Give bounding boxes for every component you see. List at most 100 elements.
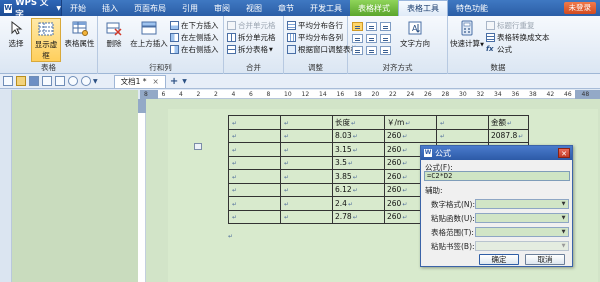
insert-below-button[interactable]: 在下方插入 [170, 20, 219, 31]
new-doc-icon[interactable] [3, 76, 13, 86]
align-bottom-center-button[interactable] [366, 46, 377, 55]
table-range-select[interactable]: ▼ [475, 227, 569, 237]
table-cell[interactable]: ↵ [280, 196, 333, 211]
table-cell[interactable]: ↵ [280, 155, 333, 170]
tab-insert[interactable]: 插入 [94, 0, 126, 16]
tab-review[interactable]: 审阅 [206, 0, 238, 16]
align-middle-right-button[interactable] [380, 34, 391, 43]
table-cell[interactable]: 6.12↵ [332, 182, 385, 197]
formula-button[interactable]: fx 公式 [486, 44, 512, 55]
delete-button[interactable]: 删除 [100, 18, 128, 62]
align-bottom-left-button[interactable] [352, 46, 363, 55]
login-button[interactable]: 未登录 [563, 2, 596, 14]
app-menu-button[interactable]: W WPS 文字 ▼ [0, 0, 62, 20]
table-cell[interactable]: ↵ [228, 128, 281, 143]
vertical-ruler[interactable] [138, 99, 146, 282]
table-cell[interactable]: 2.78↵ [332, 209, 385, 224]
insert-above-button[interactable]: 在上方插入 [130, 18, 168, 62]
merge-cells-button[interactable]: 合并单元格 [227, 20, 276, 31]
dialog-title-bar[interactable]: W 公式 [421, 146, 572, 160]
table-cell[interactable]: 260↵ [384, 128, 437, 143]
table-cell[interactable]: 3.85↵ [332, 169, 385, 184]
number-format-select[interactable]: ▼ [475, 199, 569, 209]
tab-page-layout[interactable]: 页面布局 [126, 0, 174, 16]
tab-table-style[interactable]: 表格样式 [350, 0, 398, 16]
ruler-number: 26 [424, 91, 432, 98]
split-table-button[interactable]: 拆分表格 ▼ [227, 44, 273, 55]
tab-sections[interactable]: 章节 [270, 0, 302, 16]
cell-end-mark: ↵ [402, 160, 408, 168]
convert-to-text-button[interactable]: 表格转换成文本 [486, 32, 550, 43]
table-cell[interactable]: 3.5↵ [332, 155, 385, 170]
tab-references[interactable]: 引用 [174, 0, 206, 16]
table-cell[interactable]: ↵ [436, 128, 489, 143]
align-top-left-button[interactable] [352, 22, 363, 31]
table-cell[interactable]: ↵ [228, 169, 281, 184]
tab-special-features[interactable]: 特色功能 [448, 0, 496, 16]
tab-developer[interactable]: 开发工具 [302, 0, 350, 16]
qa-chevron-icon[interactable]: ▼ [93, 78, 98, 85]
table-cell[interactable]: ↵ [280, 142, 333, 157]
insert-right-button[interactable]: 在右侧插入 [170, 44, 219, 55]
table-cell[interactable]: ↵ [436, 115, 489, 130]
new-tab-button[interactable]: + [170, 76, 178, 87]
insert-left-button[interactable]: 在左侧插入 [170, 32, 219, 43]
split-cells-button[interactable]: 拆分单元格 [227, 32, 276, 43]
show-gridlines-button[interactable]: 显示虚框 [31, 18, 61, 62]
close-icon[interactable]: ✕ [558, 148, 570, 158]
print-preview-icon[interactable] [55, 76, 65, 86]
paragraph-handle-icon[interactable] [194, 143, 202, 150]
table-cell[interactable]: 长度↵ [332, 115, 385, 130]
ruler-number: 16 [336, 91, 345, 98]
table-cell[interactable]: ↵ [280, 128, 333, 143]
table-cell[interactable]: 8.03↵ [332, 128, 385, 143]
distribute-cols-button[interactable]: 平均分布各列 [287, 32, 343, 43]
select-button[interactable]: 选择 [2, 18, 30, 62]
table-cell[interactable]: ↵ [228, 209, 281, 224]
delete-table-icon [106, 22, 122, 36]
quick-calc-button[interactable]: 快速计算▼ [450, 18, 484, 62]
table-cell[interactable]: ↵ [280, 209, 333, 224]
paste-function-select[interactable]: ▼ [475, 213, 569, 223]
table-cell[interactable]: ↵ [280, 182, 333, 197]
redo-icon[interactable] [81, 76, 91, 86]
cancel-button[interactable]: 取消 [525, 254, 565, 265]
chevron-down-icon[interactable]: ▼ [182, 78, 187, 85]
align-top-center-button[interactable] [366, 22, 377, 31]
align-middle-center-button[interactable] [366, 34, 377, 43]
tab-home[interactable]: 开始 [62, 0, 94, 16]
ribbon-group-label-data: 数据 [490, 63, 506, 72]
table-cell[interactable]: ↵ [280, 169, 333, 184]
table-cell[interactable]: ↵ [228, 155, 281, 170]
table-cell[interactable]: ￥/m↵ [384, 115, 437, 130]
table-cell[interactable]: ↵ [228, 196, 281, 211]
distribute-rows-button[interactable]: 平均分布各行 [287, 20, 343, 31]
table-cell[interactable]: 金额↵ [488, 115, 529, 130]
table-cell[interactable]: 3.15↵ [332, 142, 385, 157]
open-folder-icon[interactable] [16, 76, 26, 86]
document-tab[interactable]: 文档1 * × [113, 74, 166, 88]
table-cell[interactable]: 2.4↵ [332, 196, 385, 211]
gridlines-icon [38, 22, 54, 36]
close-tab-icon[interactable]: × [153, 77, 159, 86]
formula-input[interactable]: =C2*D2 [424, 171, 570, 181]
table-cell[interactable]: ↵ [228, 182, 281, 197]
table-cell[interactable]: 2087.8↵ [488, 128, 529, 143]
table-cell[interactable]: ↵ [228, 115, 281, 130]
align-middle-left-button[interactable] [352, 34, 363, 43]
undo-icon[interactable] [68, 76, 78, 86]
table-cell[interactable]: ↵ [228, 142, 281, 157]
table-properties-button[interactable]: 表格属性 [63, 18, 96, 62]
text-direction-label: 文字方向 [400, 39, 430, 48]
text-direction-button[interactable]: A 文字方向 [396, 18, 434, 62]
tab-view[interactable]: 视图 [238, 0, 270, 16]
print-icon[interactable] [42, 76, 52, 86]
align-top-right-button[interactable] [380, 22, 391, 31]
repeat-header-button[interactable]: 标题行重复 [486, 20, 535, 31]
ok-button[interactable]: 确定 [479, 254, 519, 265]
table-cell[interactable]: ↵ [280, 115, 333, 130]
horizontal-ruler[interactable]: 8 6 4 2 2 4 6 8 10 12 14 16 18 20 22 24 26 28 30 32 34 36 38 42… [140, 90, 600, 99]
tab-table-tools[interactable]: 表格工具 [398, 0, 448, 16]
align-bottom-right-button[interactable] [380, 46, 391, 55]
save-icon[interactable] [29, 76, 39, 86]
